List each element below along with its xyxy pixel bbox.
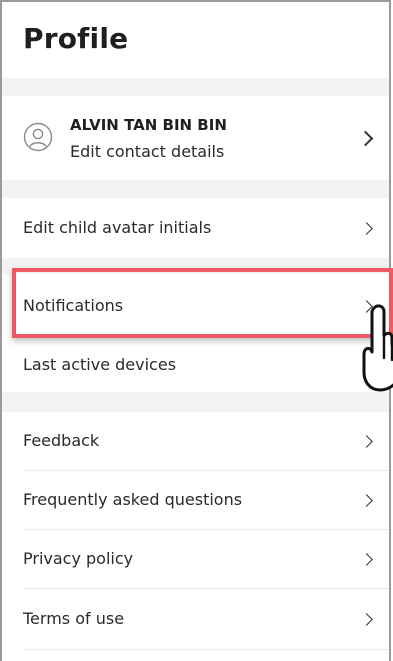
menu-item-label: Feedback <box>23 431 100 450</box>
menu-item-faq[interactable]: Frequently asked questions <box>2 471 389 529</box>
chevron-right-icon <box>360 613 373 626</box>
menu-item-last-active-devices[interactable]: Last active devices <box>2 336 389 392</box>
chevron-right-icon <box>360 494 373 507</box>
chevron-right-icon <box>357 130 374 147</box>
menu-item-label: Last active devices <box>23 355 177 374</box>
divider <box>23 649 389 650</box>
chevron-right-icon <box>360 553 373 566</box>
section-gap <box>2 258 389 274</box>
tap-hand-icon <box>362 304 393 392</box>
user-avatar-icon <box>23 122 53 152</box>
profile-name: ALVIN TAN BIN BIN <box>70 116 227 134</box>
app-header: Profile <box>2 2 389 78</box>
menu-item-label: Edit child avatar initials <box>23 218 212 237</box>
profile-screen: Profile ALVIN TAN BIN BIN Edit contact d… <box>0 0 391 661</box>
menu-item-label: Notifications <box>23 296 124 315</box>
section-gap <box>2 180 389 198</box>
section-gap <box>2 78 389 96</box>
edit-contact-label: Edit contact details <box>70 142 225 161</box>
chevron-right-icon <box>360 435 373 448</box>
chevron-right-icon <box>360 222 373 235</box>
menu-item-terms-of-use[interactable]: Terms of use <box>2 589 389 649</box>
menu-item-label: Frequently asked questions <box>23 490 243 509</box>
menu-item-label: Privacy policy <box>23 549 134 568</box>
menu-item-label: Terms of use <box>23 609 125 628</box>
menu-item-feedback[interactable]: Feedback <box>2 412 389 470</box>
page-title: Profile <box>23 22 129 55</box>
menu-item-edit-child-avatar[interactable]: Edit child avatar initials <box>2 198 389 258</box>
section-gap <box>2 392 389 412</box>
menu-item-notifications[interactable]: Notifications <box>2 274 389 336</box>
menu-item-privacy-policy[interactable]: Privacy policy <box>2 530 389 588</box>
profile-row[interactable]: ALVIN TAN BIN BIN Edit contact details <box>2 96 389 180</box>
